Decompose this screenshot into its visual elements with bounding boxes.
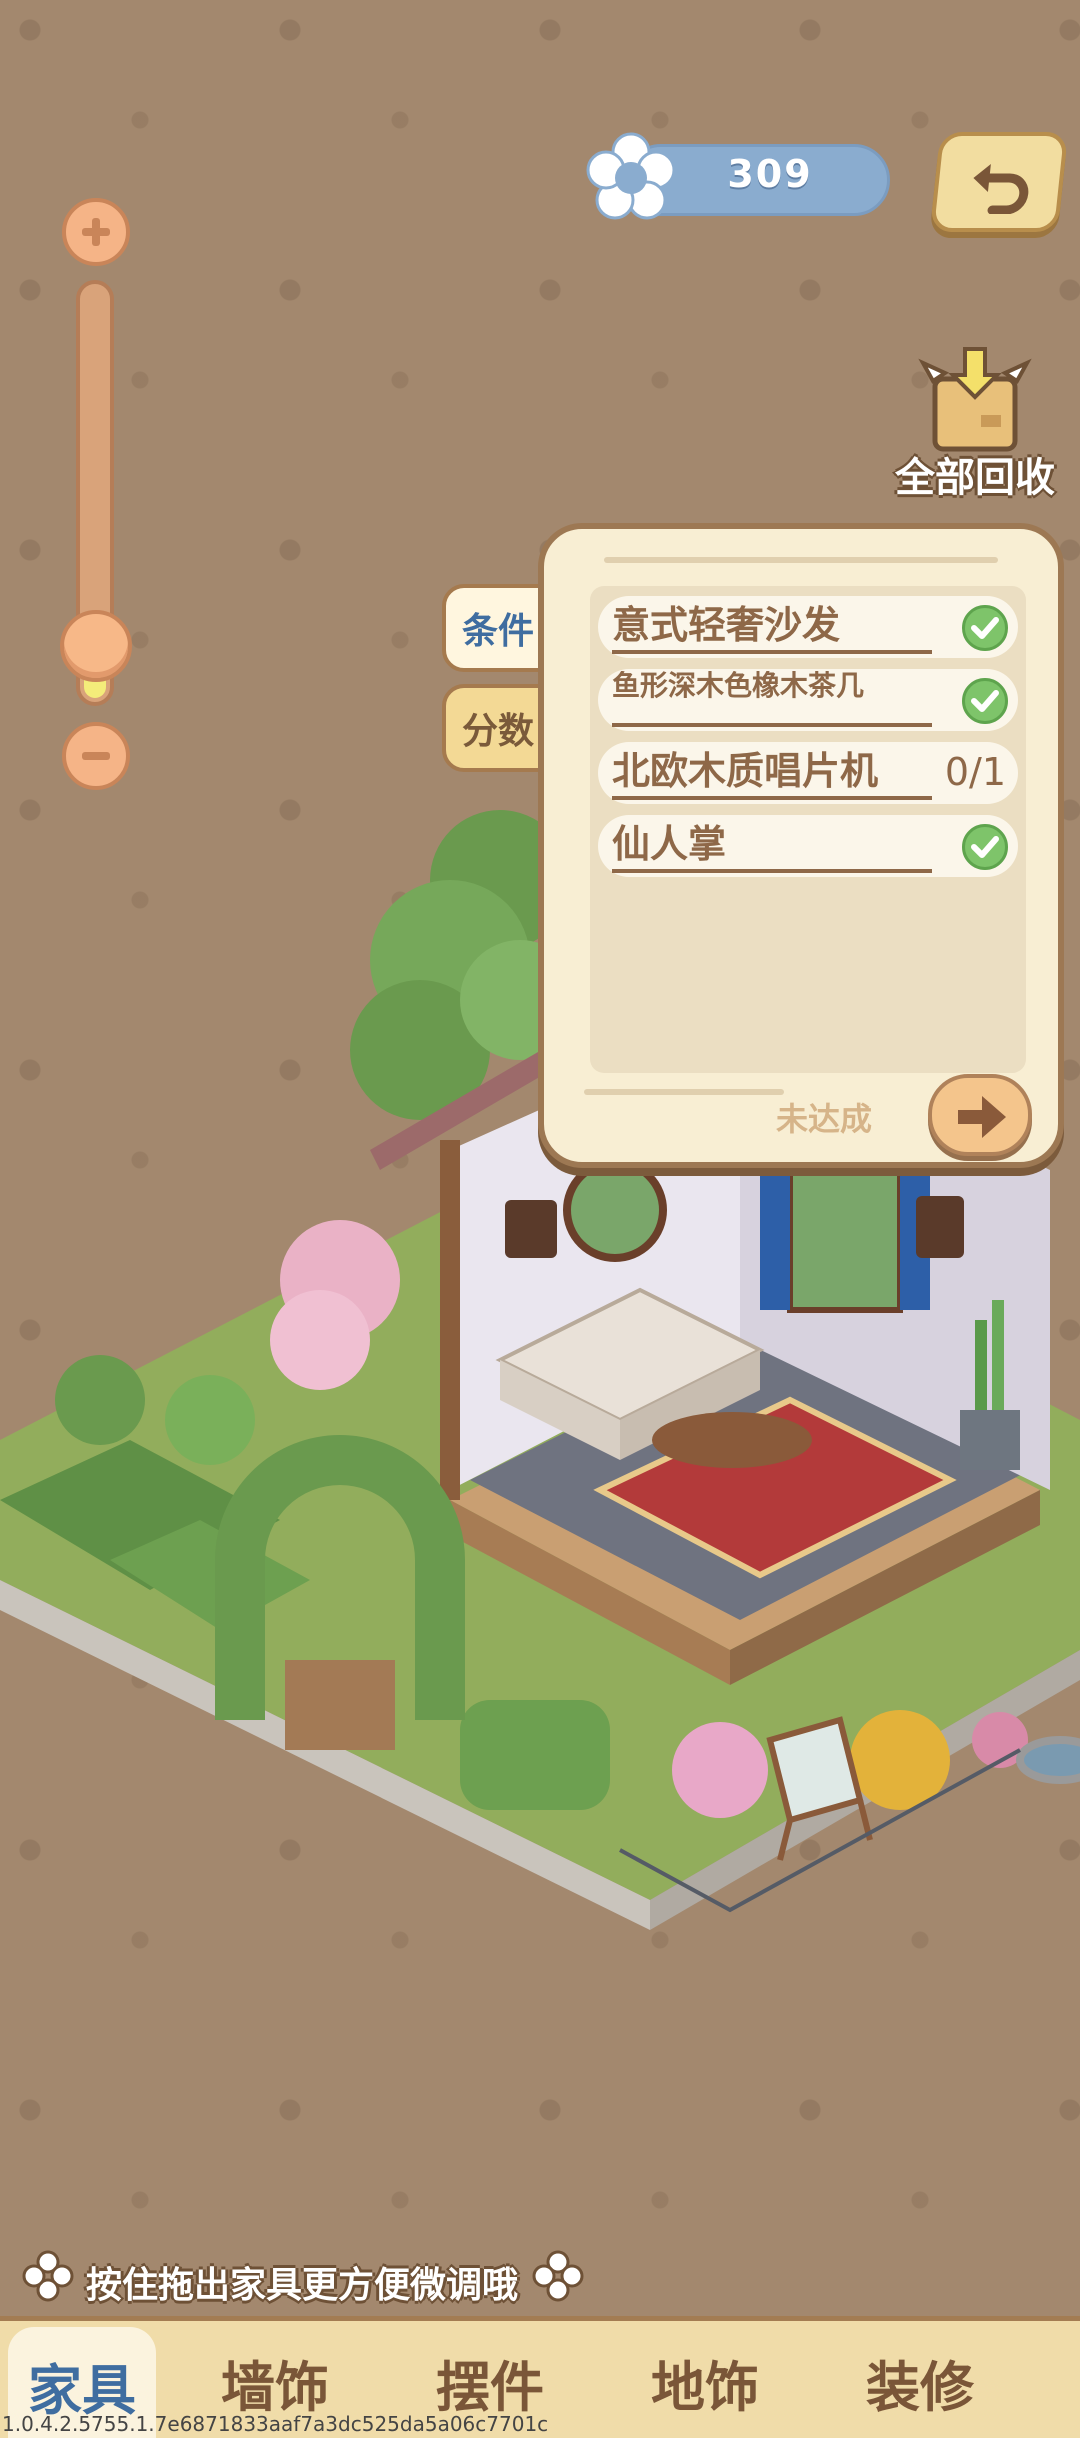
drag-hint: 按住拖出家具更方便微调哦 (0, 2250, 584, 2310)
wall-speaker (916, 1196, 964, 1258)
panel-divider-bottom (584, 1089, 784, 1095)
check-icon (962, 678, 1008, 724)
back-button[interactable] (929, 132, 1069, 232)
tab-renovation[interactable]: 装修 (820, 2321, 1020, 2438)
check-icon (962, 824, 1008, 870)
task-item-coffee-table: 鱼形深木色橡木茶几 (598, 669, 1018, 731)
clover-icon (532, 2250, 584, 2302)
task-name: 鱼形深木色橡木茶几 (612, 671, 932, 727)
task-panel: 意式轻奢沙发 鱼形深木色橡木茶几 北欧木质唱片机 0/1 仙人掌 未达成 (538, 523, 1064, 1168)
tab-floor-decor[interactable]: 地饰 (605, 2321, 805, 2438)
panel-divider-top (604, 557, 998, 563)
minus-icon (82, 752, 110, 760)
task-item-record-player: 北欧木质唱片机 0/1 (598, 742, 1018, 804)
coffee-table (652, 1412, 812, 1468)
recycle-all-button[interactable]: 全部回收 (880, 345, 1070, 505)
cardboard-box-icon (918, 347, 1032, 452)
completion-status: 未达成 (776, 1100, 873, 1138)
recycle-all-label: 全部回收 (895, 455, 1055, 501)
task-item-cactus: 仙人掌 (598, 815, 1018, 877)
zoom-slider-handle[interactable] (60, 610, 132, 683)
version-label: 1.0.4.2.5755.1.7e6871833aaf7a3dc525da5a0… (2, 2412, 549, 2436)
flower-icon (586, 132, 676, 220)
wall-speaker (505, 1200, 557, 1258)
undo-arrow-icon (973, 164, 1029, 214)
round-window (563, 1158, 667, 1262)
hint-text: 按住拖出家具更方便微调哦 (86, 2265, 519, 2306)
zoom-out-button[interactable] (62, 722, 130, 790)
task-name: 北欧木质唱片机 (612, 748, 932, 800)
zoom-in-button[interactable] (62, 198, 130, 266)
task-item-sofa: 意式轻奢沙发 (598, 596, 1018, 658)
currency-display: 309 (585, 132, 890, 220)
go-button[interactable] (928, 1074, 1032, 1156)
plus-icon (82, 218, 110, 246)
task-progress: 0/1 (944, 750, 1006, 794)
clover-icon (22, 2250, 74, 2302)
task-name: 意式轻奢沙发 (612, 602, 932, 654)
right-arrow-icon (958, 1096, 1006, 1138)
stone-well (1016, 1736, 1080, 1784)
currency-value: 309 (727, 152, 813, 196)
check-icon (962, 605, 1008, 651)
task-list: 意式轻奢沙发 鱼形深木色橡木茶几 北欧木质唱片机 0/1 仙人掌 (590, 586, 1026, 1073)
task-name: 仙人掌 (612, 821, 932, 873)
